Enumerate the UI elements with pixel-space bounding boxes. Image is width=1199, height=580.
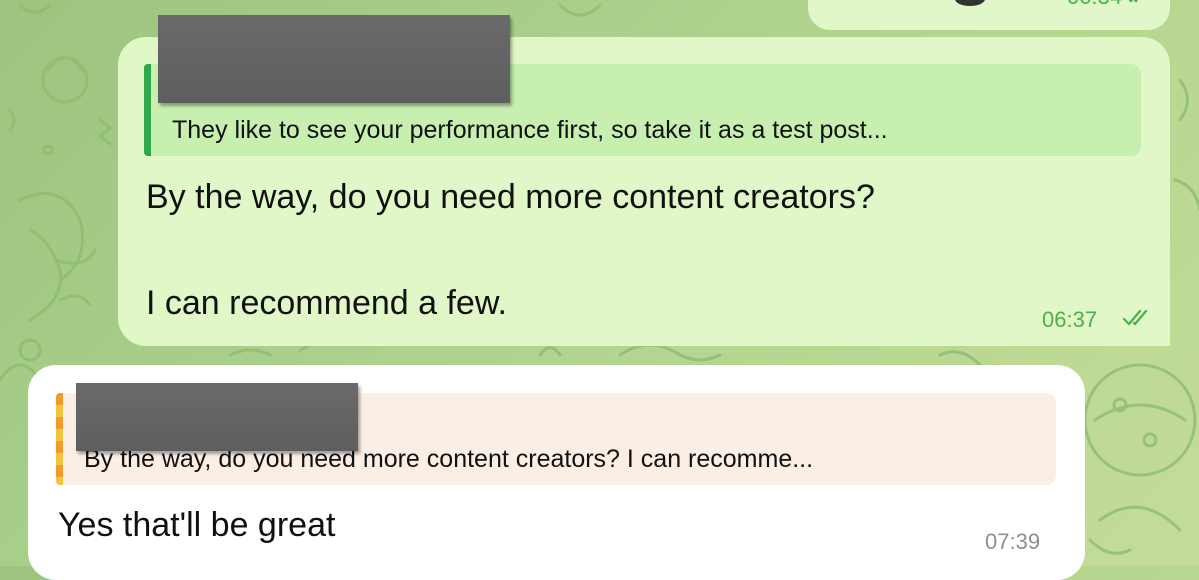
message-time: 06:37: [1042, 307, 1098, 332]
reply-accent-bar: [56, 393, 63, 485]
double-check-icon: [1122, 309, 1152, 332]
message-bubble-incoming[interactable]: By the way, do you need more content cre…: [28, 365, 1085, 580]
bubble-tail: [1150, 322, 1172, 346]
message-text: Yes that'll be great: [58, 506, 336, 544]
message-time: 07:39: [985, 529, 1041, 554]
redacted-sender-name: [158, 15, 510, 103]
message-text-line: I can recommend a few.: [146, 284, 507, 322]
message-time: 06:34: [1067, 0, 1122, 10]
reply-accent-bar: [144, 64, 151, 156]
message-bubble-outgoing[interactable]: They like to see your performance first,…: [118, 15, 1170, 346]
message-text-line: By the way, do you need more content cre…: [146, 178, 875, 216]
reply-quote-text: They like to see your performance first,…: [172, 116, 888, 144]
double-check-icon: [1124, 0, 1152, 8]
message-bubble-outgoing-partial[interactable]: 06:34: [808, 0, 1170, 30]
redacted-sender-name: [76, 383, 358, 451]
